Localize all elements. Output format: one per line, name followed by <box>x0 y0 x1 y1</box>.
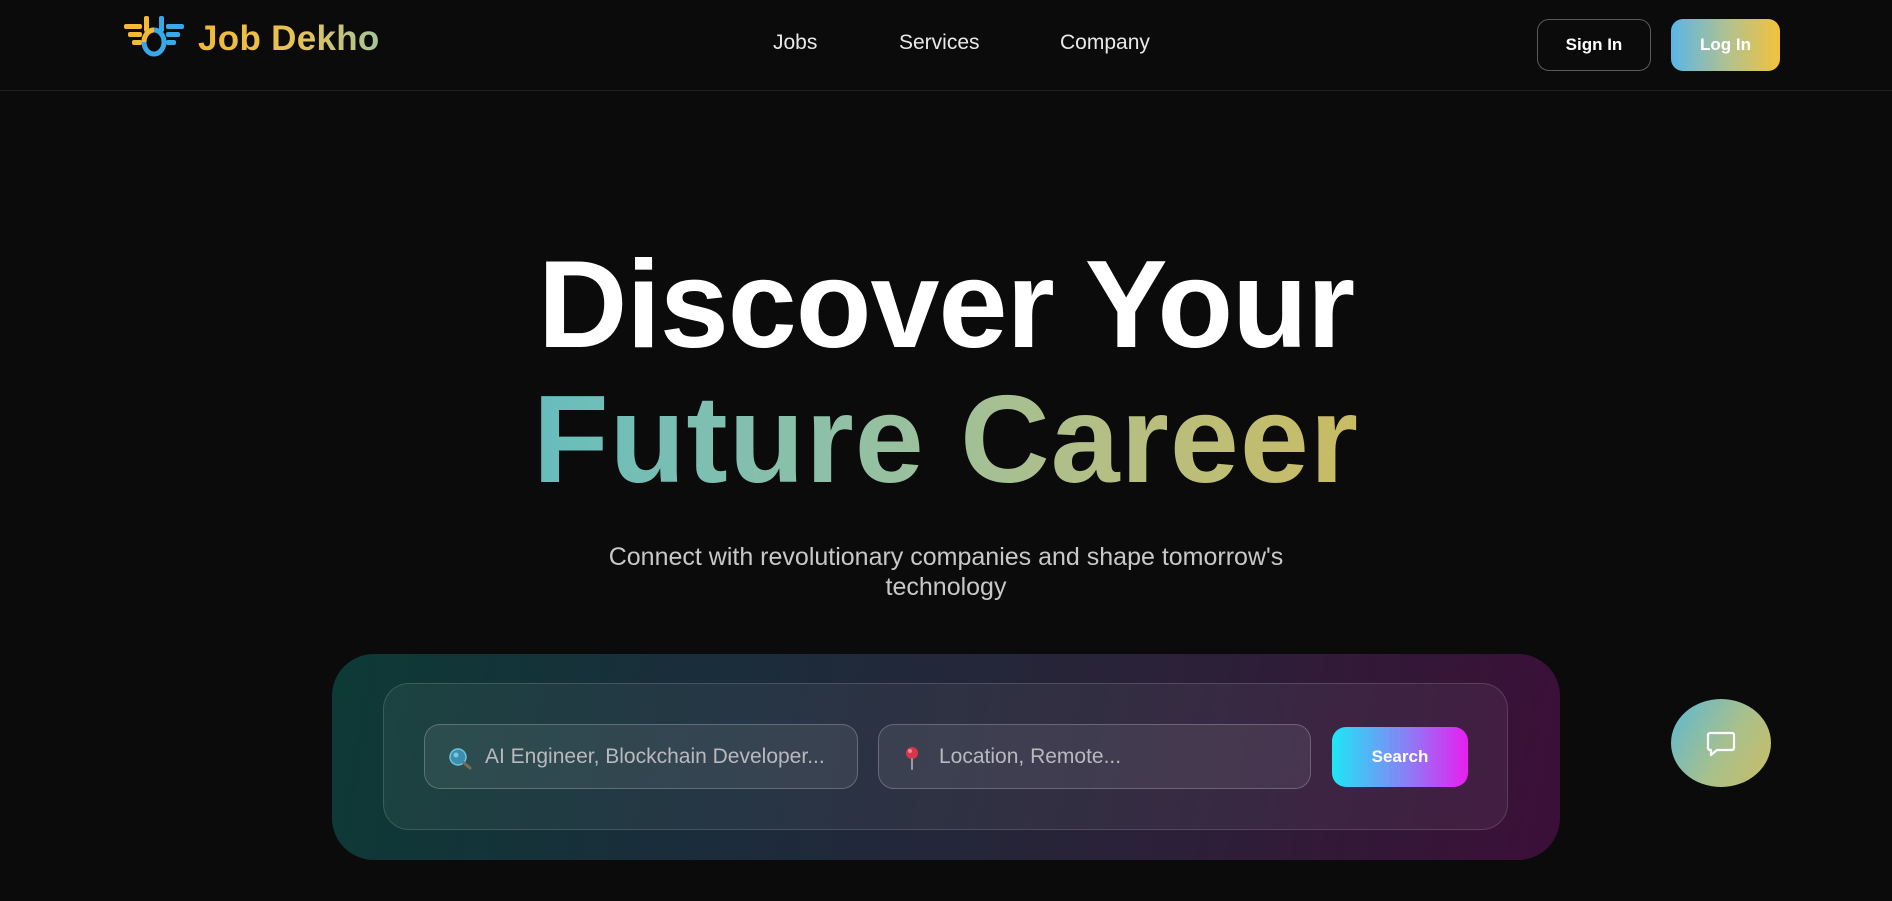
search-bar: Search <box>383 683 1508 830</box>
nav-item-services[interactable]: Services <box>899 31 980 55</box>
hero-subtitle-line2: technology <box>885 573 1007 601</box>
nav-item-jobs[interactable]: Jobs <box>773 31 817 55</box>
chat-bubble-icon <box>1706 731 1736 757</box>
location-search-field[interactable] <box>878 724 1311 789</box>
hero-subtitle: Connect with revolutionary companies and… <box>566 542 1326 602</box>
winged-emblem-icon <box>124 16 184 57</box>
nav-item-company[interactable]: Company <box>1060 31 1150 55</box>
pushpin-icon <box>906 746 918 770</box>
chat-button[interactable] <box>1671 699 1771 787</box>
magnifier-icon <box>449 747 472 769</box>
search-button[interactable]: Search <box>1332 727 1468 787</box>
hero-title-line2: Future Career <box>532 371 1360 509</box>
brand-logo-link[interactable]: Job Dekho <box>122 14 380 64</box>
hero-title-line1: Discover Your <box>537 236 1355 374</box>
log-in-button[interactable]: Log In <box>1671 19 1780 71</box>
job-search-input[interactable] <box>485 744 857 769</box>
site-header: Job Dekho Jobs Services Company Sign In … <box>0 0 1892 91</box>
sign-in-button[interactable]: Sign In <box>1537 19 1651 71</box>
brand-name: Job Dekho <box>198 19 380 58</box>
hero-title-line2-wrap: Future Career <box>0 375 1892 505</box>
location-search-input[interactable] <box>939 744 1310 769</box>
job-search-field[interactable] <box>424 724 858 789</box>
search-panel: Search <box>332 654 1560 860</box>
hero-subtitle-line1: Connect with revolutionary companies and… <box>608 543 1284 571</box>
